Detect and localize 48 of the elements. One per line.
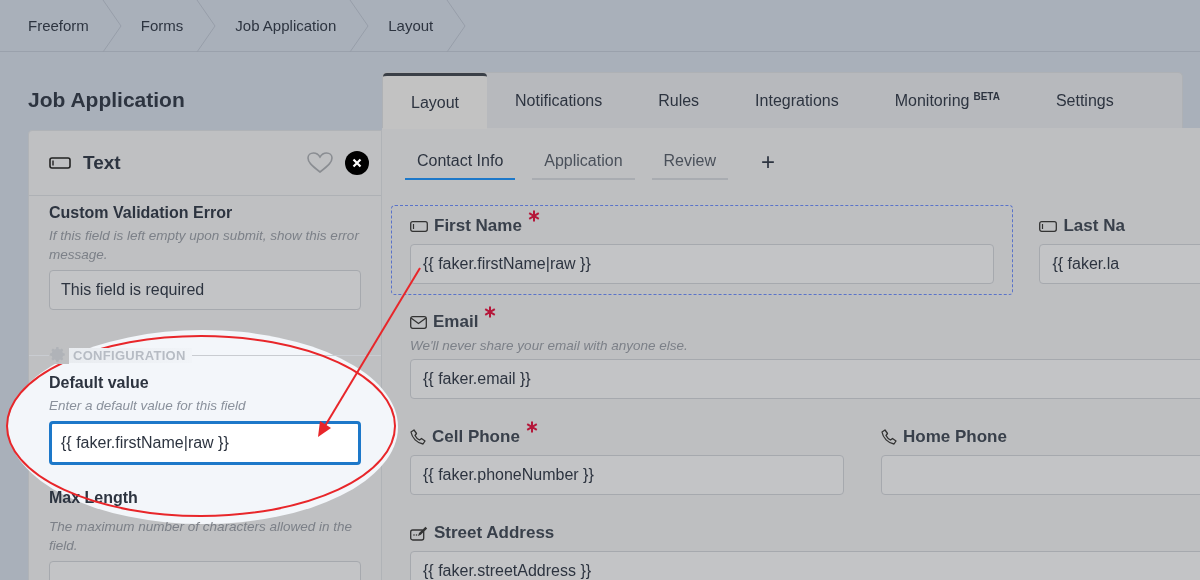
envelope-icon — [410, 315, 427, 329]
gear-icon — [49, 346, 69, 364]
input-field[interactable]: {{ faker.firstName|raw }} — [410, 244, 995, 284]
input-field[interactable]: {{ faker.streetAddress }} — [410, 551, 1200, 580]
page-tab[interactable]: Contact Info — [405, 143, 516, 180]
field-label: Home Phone — [903, 427, 1007, 447]
field-label: Max Length — [49, 489, 139, 507]
input-field[interactable]: {{ faker.email }} — [410, 359, 1200, 399]
phone-icon — [881, 429, 897, 445]
tab[interactable]: Monitoring $^{BETA}$ — [866, 73, 1028, 129]
edit-field-icon — [410, 525, 428, 541]
tab[interactable]: Integrations — [727, 73, 867, 129]
breadcrumb-link[interactable]: Layout — [388, 17, 446, 34]
input-field[interactable] — [881, 455, 1200, 495]
breadcrumb-link[interactable]: Forms — [140, 17, 196, 34]
text-field-icon — [1039, 220, 1058, 232]
tab[interactable]: Rules — [630, 73, 728, 129]
field-label: Default value — [49, 374, 150, 392]
field-label: Email — [433, 312, 479, 332]
field-label: Custom Validation Error — [49, 204, 234, 222]
field-label: Cell Phone — [432, 427, 520, 447]
close-icon[interactable] — [345, 151, 369, 175]
breadcrumb-link[interactable]: Job Application — [235, 17, 349, 34]
breadcrumb-link[interactable]: Freeform — [28, 17, 101, 34]
input-field[interactable]: {{ faker.firstName|raw }} — [49, 421, 361, 465]
phone-icon — [410, 429, 426, 445]
page-tab[interactable]: Application — [532, 143, 635, 180]
text-field-icon — [410, 220, 428, 232]
tab[interactable]: Layout — [383, 73, 488, 129]
field-label: Street Address — [434, 523, 555, 543]
add-page-button[interactable]: + — [753, 147, 784, 176]
field-description: We'll never share your email with anyone else. — [410, 338, 689, 353]
tab[interactable]: Settings — [1027, 73, 1142, 129]
input-field[interactable]: {{ faker.la — [1039, 244, 1200, 284]
tab[interactable]: Notifications — [487, 73, 631, 129]
heart-icon[interactable] — [307, 152, 333, 174]
field-description: If this field is left empty upon submit, show this error message. — [49, 227, 359, 264]
input-field[interactable]: {{ faker.phoneNumber }} — [410, 455, 844, 495]
field-label: First Name — [434, 216, 522, 236]
text-field-icon — [49, 157, 71, 169]
selected-field-outline[interactable]: First Name {{ faker.firstName|raw }} — [391, 205, 1014, 295]
page-tab[interactable]: Review — [651, 143, 729, 180]
input-field[interactable]: This field is required — [49, 270, 361, 310]
field-description: The maximum number of characters allowed in the field. — [49, 518, 354, 555]
field-description: Enter a default value for this field — [49, 397, 247, 415]
page-title: Job Application — [28, 87, 186, 113]
field-type-title: Text — [83, 152, 122, 174]
field-label: Last Na — [1063, 216, 1125, 236]
